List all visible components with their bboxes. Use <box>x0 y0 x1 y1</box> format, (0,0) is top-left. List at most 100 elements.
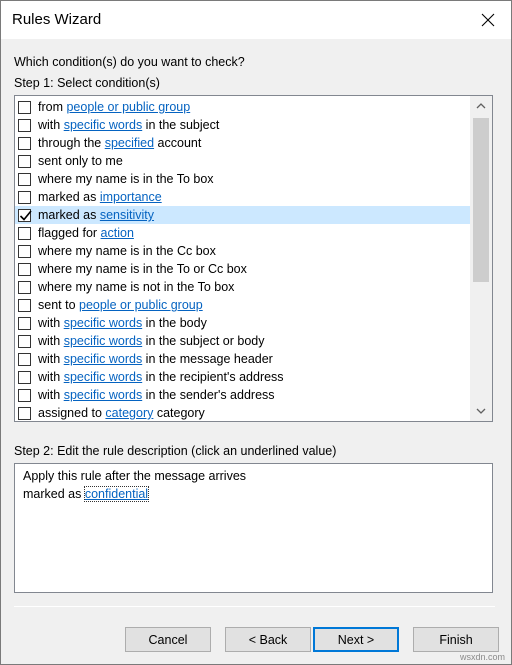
condition-item[interactable]: through the specified account <box>15 134 471 152</box>
confidential-link[interactable]: confidential <box>83 486 150 502</box>
condition-checkbox[interactable] <box>18 136 31 150</box>
condition-value-link[interactable]: specific words <box>64 118 143 132</box>
condition-label: sent only to me <box>38 154 123 168</box>
watermark: wsxdn.com <box>459 652 505 662</box>
condition-checkbox[interactable] <box>18 262 31 276</box>
condition-text: through the <box>38 136 105 150</box>
chevron-down-icon <box>476 408 486 414</box>
condition-item[interactable]: flagged for action <box>15 224 471 242</box>
condition-checkbox[interactable] <box>18 352 31 366</box>
condition-value-link[interactable]: category <box>105 406 153 420</box>
condition-value-link[interactable]: people or public group <box>66 100 190 114</box>
condition-text: with <box>38 370 64 384</box>
condition-item[interactable]: marked as importance <box>15 188 471 206</box>
condition-checkbox[interactable] <box>18 172 31 186</box>
cancel-button[interactable]: Cancel <box>125 627 211 652</box>
condition-label: with specific words in the sender's addr… <box>38 388 275 402</box>
condition-item[interactable]: with specific words in the sender's addr… <box>15 386 471 404</box>
condition-checkbox[interactable] <box>18 244 31 258</box>
condition-checkbox[interactable] <box>18 154 31 168</box>
condition-text: where my name is not in the To box <box>38 280 235 294</box>
conditions-scrollbar[interactable] <box>470 96 492 421</box>
condition-item[interactable]: sent to people or public group <box>15 296 471 314</box>
condition-checkbox[interactable] <box>18 316 31 330</box>
condition-label: flagged for action <box>38 226 134 240</box>
condition-value-link[interactable]: specific words <box>64 370 143 384</box>
condition-value-link[interactable]: sensitivity <box>100 208 154 222</box>
condition-text: flagged for <box>38 226 101 240</box>
step1-label: Step 1: Select condition(s) <box>14 76 160 90</box>
back-button[interactable]: < Back <box>225 627 311 652</box>
title-bar: Rules Wizard <box>1 1 511 39</box>
condition-text: marked as <box>38 208 100 222</box>
condition-item[interactable]: where my name is in the To or Cc box <box>15 260 471 278</box>
description-line-2: marked as confidential <box>23 485 484 503</box>
condition-item[interactable]: with specific words in the body <box>15 314 471 332</box>
button-separator <box>14 606 495 607</box>
condition-text: assigned to <box>38 406 106 420</box>
condition-checkbox[interactable] <box>18 118 31 132</box>
condition-item[interactable]: with specific words in the subject <box>15 116 471 134</box>
close-button[interactable] <box>465 1 511 39</box>
condition-text: with <box>38 118 64 132</box>
condition-checkbox[interactable] <box>18 298 31 312</box>
condition-checkbox[interactable] <box>18 100 31 114</box>
condition-checkbox[interactable] <box>18 406 31 420</box>
condition-value-link[interactable]: action <box>101 226 134 240</box>
condition-checkbox[interactable] <box>18 190 31 204</box>
window-title: Rules Wizard <box>12 11 102 28</box>
close-icon <box>481 13 495 27</box>
scroll-thumb[interactable] <box>473 118 489 282</box>
condition-item[interactable]: with specific words in the recipient's a… <box>15 368 471 386</box>
conditions-list: from people or public group with specific… <box>15 98 471 421</box>
condition-item[interactable]: where my name is in the Cc box <box>15 242 471 260</box>
condition-value-link[interactable]: specific words <box>64 388 143 402</box>
condition-item[interactable]: where my name is in the To box <box>15 170 471 188</box>
conditions-listbox[interactable]: from people or public group with specific… <box>14 95 493 422</box>
condition-label: with specific words in the subject <box>38 118 219 132</box>
condition-label: from people or public group <box>38 100 190 114</box>
next-button[interactable]: Next > <box>313 627 399 652</box>
condition-value-link[interactable]: specified <box>105 136 154 150</box>
condition-label: marked as sensitivity <box>38 208 154 222</box>
condition-checkbox[interactable] <box>18 370 31 384</box>
scroll-down-button[interactable] <box>470 401 492 421</box>
condition-text: with <box>38 334 64 348</box>
condition-value-link[interactable]: specific words <box>64 334 143 348</box>
condition-text: category <box>153 406 205 420</box>
condition-item[interactable]: with specific words in the subject or bo… <box>15 332 471 350</box>
condition-checkbox[interactable] <box>18 226 31 240</box>
condition-question: Which condition(s) do you want to check? <box>14 55 245 69</box>
condition-item[interactable]: where my name is not in the To box <box>15 278 471 296</box>
condition-item[interactable]: assigned to category category <box>15 404 471 421</box>
condition-label: with specific words in the recipient's a… <box>38 370 284 384</box>
condition-checkbox[interactable] <box>18 280 31 294</box>
condition-item[interactable]: with specific words in the message heade… <box>15 350 471 368</box>
chevron-up-icon <box>476 103 486 109</box>
condition-checkbox[interactable] <box>18 334 31 348</box>
condition-label: where my name is in the Cc box <box>38 244 216 258</box>
condition-label: with specific words in the message heade… <box>38 352 273 366</box>
condition-text: with <box>38 388 64 402</box>
condition-text: where my name is in the To box <box>38 172 214 186</box>
scroll-up-button[interactable] <box>470 96 492 116</box>
condition-checkbox[interactable] <box>18 388 31 402</box>
condition-value-link[interactable]: specific words <box>64 316 143 330</box>
condition-value-link[interactable]: importance <box>100 190 162 204</box>
condition-value-link[interactable]: specific words <box>64 352 143 366</box>
condition-text: sent to <box>38 298 79 312</box>
condition-checkbox[interactable] <box>18 208 32 222</box>
condition-text: in the recipient's address <box>142 370 284 384</box>
condition-text: in the subject <box>142 118 220 132</box>
condition-text: in the subject or body <box>142 334 265 348</box>
finish-button[interactable]: Finish <box>413 627 499 652</box>
condition-item[interactable]: sent only to me <box>15 152 471 170</box>
condition-text: account <box>154 136 202 150</box>
condition-label: where my name is not in the To box <box>38 280 234 294</box>
condition-text: where my name is in the To or Cc box <box>38 262 247 276</box>
condition-item[interactable]: from people or public group <box>15 98 471 116</box>
condition-label: with specific words in the body <box>38 316 207 330</box>
condition-value-link[interactable]: people or public group <box>79 298 203 312</box>
description-line-1: Apply this rule after the message arrive… <box>23 469 247 483</box>
condition-item[interactable]: marked as sensitivity <box>15 206 471 224</box>
